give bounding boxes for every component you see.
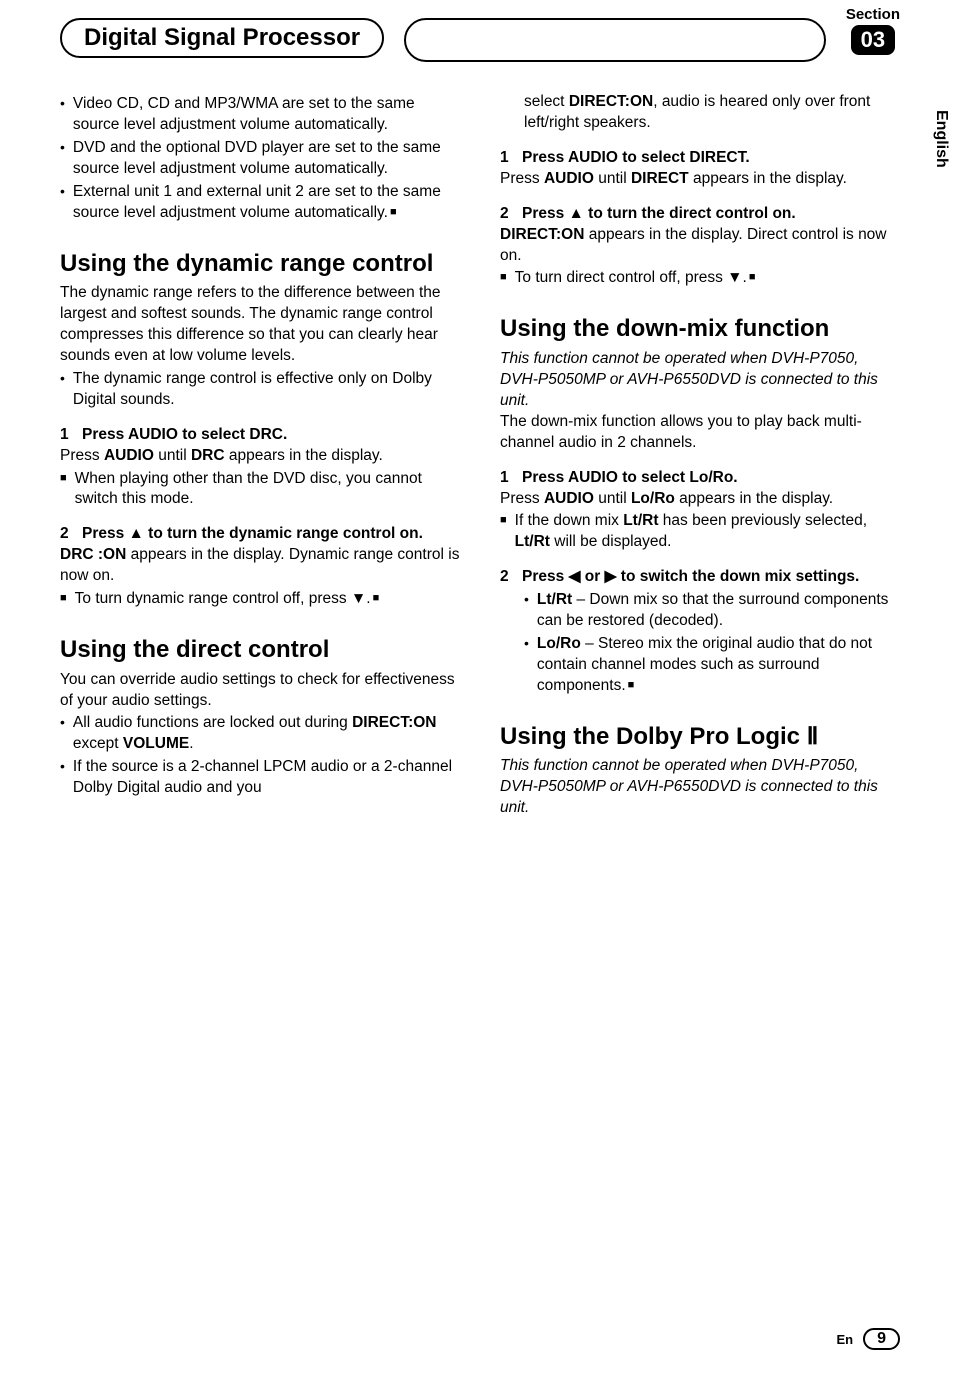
body-text: DIRECT:ON appears in the display. Direct… [500,225,900,267]
bullet-icon [60,369,65,411]
body-text: DRC :ON appears in the display. Dynamic … [60,545,460,587]
bullet-icon [60,94,65,136]
page-number: 9 [863,1328,900,1350]
italic-note: This function cannot be operated when DV… [500,349,900,412]
page-title: Digital Signal Processor [60,18,384,58]
step-1-direct: 1Press AUDIO to select DIRECT. [500,148,900,169]
body-text: If the down mix Lt/Rt has been previousl… [515,511,900,553]
body-text: select DIRECT:ON, audio is heared only o… [524,92,900,134]
body-text: Press AUDIO until DIRECT appears in the … [500,169,900,190]
square-bullet-icon [60,469,67,511]
step-2-drc: 2Press ▲ to turn the dynamic range contr… [60,524,460,545]
heading-prologic: Using the Dolby Pro Logic Ⅱ [500,723,900,751]
bullet-icon [60,138,65,180]
body-text: Lo/Ro – Stereo mix the original audio th… [537,634,900,697]
step-2-direct: 2Press ▲ to turn the direct control on. [500,204,900,225]
bullet-icon [60,182,65,224]
step-1-drc: 1Press AUDIO to select DRC. [60,425,460,446]
body-text: Video CD, CD and MP3/WMA are set to the … [73,94,460,136]
section-indicator: Section 03 [846,6,900,55]
body-text: If the source is a 2-channel LPCM audio … [73,757,460,799]
body-text: The dynamic range control is effective o… [73,369,460,411]
heading-downmix: Using the down-mix function [500,315,900,343]
body-text: External unit 1 and external unit 2 are … [73,182,460,224]
bullet-icon [524,590,529,632]
body-text: Press AUDIO until Lo/Ro appears in the d… [500,489,900,510]
left-column: Video CD, CD and MP3/WMA are set to the … [60,92,460,819]
section-number: 03 [851,25,895,55]
body-text: When playing other than the DVD disc, yo… [75,469,460,511]
body-text: The down-mix function allows you to play… [500,412,900,454]
step-2-downmix: 2Press ◀ or ▶ to switch the down mix set… [500,567,900,588]
body-text: DVD and the optional DVD player are set … [73,138,460,180]
square-bullet-icon [500,268,507,289]
square-bullet-icon [60,589,67,610]
heading-drc: Using the dynamic range control [60,250,460,278]
language-tab: English [932,110,950,168]
header-spacer [404,18,826,62]
bullet-icon [524,634,529,697]
body-text: The dynamic range refers to the differen… [60,283,460,367]
section-label: Section [846,6,900,23]
body-text: To turn dynamic range control off, press… [75,589,380,610]
square-bullet-icon [500,511,507,553]
italic-note: This function cannot be operated when DV… [500,756,900,819]
step-1-downmix: 1Press AUDIO to select Lo/Ro. [500,468,900,489]
body-text: To turn direct control off, press ▼. [515,268,756,289]
body-text: All audio functions are locked out durin… [73,713,460,755]
body-text: Lt/Rt – Down mix so that the surround co… [537,590,900,632]
bullet-icon [60,713,65,755]
heading-direct: Using the direct control [60,636,460,664]
footer-lang: En [836,1332,853,1347]
body-text: Press AUDIO until DRC appears in the dis… [60,446,460,467]
body-text: You can override audio settings to check… [60,670,460,712]
right-column: select DIRECT:ON, audio is heared only o… [500,92,900,819]
page-footer: En 9 [836,1328,900,1350]
bullet-icon [60,757,65,799]
